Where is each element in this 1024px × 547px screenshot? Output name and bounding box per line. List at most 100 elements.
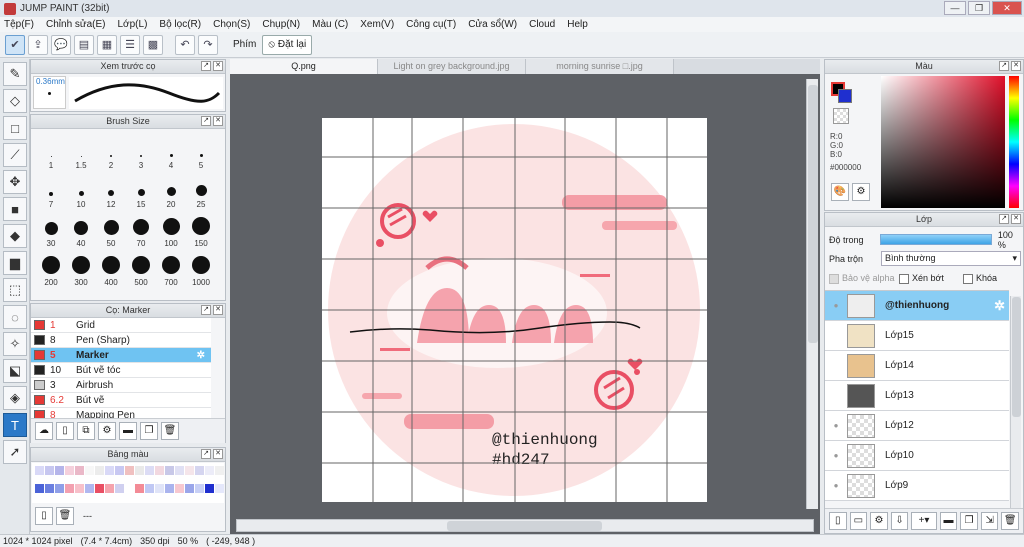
expand-icon[interactable]: ↗ [201, 305, 211, 315]
brush-size-option[interactable]: 300 [66, 248, 96, 287]
share-icon[interactable]: ⇪ [28, 34, 48, 55]
background-color[interactable] [838, 89, 852, 103]
line-tool-icon[interactable]: ⟋ [3, 143, 27, 167]
palette-swatch[interactable] [105, 483, 114, 493]
palette-swatch[interactable] [105, 466, 114, 475]
brush-size-option[interactable]: 3 [126, 131, 156, 170]
palette-swatch[interactable] [85, 483, 94, 493]
palette-swatch[interactable] [185, 483, 194, 493]
palette-swatch[interactable] [195, 466, 204, 475]
menu-layer[interactable]: Lớp(L) [118, 19, 148, 30]
message-icon[interactable]: ▤ [74, 34, 94, 55]
eye-icon[interactable]: ● [825, 481, 847, 490]
brush-list-item[interactable]: 1 Grid [31, 318, 211, 333]
text-tool-icon[interactable]: T [3, 413, 27, 437]
color-settings-icon[interactable]: ⚙ [852, 183, 870, 201]
trash-icon[interactable]: 🗑 [56, 507, 74, 525]
new-brush-icon[interactable]: ▯ [56, 422, 74, 440]
palette-swatch[interactable] [195, 483, 204, 493]
palette-swatch[interactable] [145, 466, 154, 475]
add-layer-dropdown[interactable]: +▾ [911, 512, 937, 530]
expand-icon[interactable]: ↗ [201, 116, 211, 126]
brush-size-option[interactable]: 20 [156, 170, 186, 209]
palette-swatch[interactable] [145, 483, 154, 493]
palette-swatch[interactable] [75, 483, 84, 493]
grid-icon[interactable]: ▩ [143, 34, 163, 55]
palette-swatch[interactable] [155, 466, 164, 475]
layer-row[interactable]: Lớp13 [825, 381, 1009, 411]
redo-icon[interactable]: ↷ [198, 34, 218, 55]
brush-list-item[interactable]: 3 Airbrush [31, 378, 211, 393]
list-icon[interactable]: ☰ [120, 34, 140, 55]
palette-swatch[interactable] [35, 483, 44, 493]
maximize-button[interactable]: ❐ [968, 1, 990, 15]
reset-button[interactable]: ⦸ Đặt lại [262, 34, 313, 55]
folder-icon[interactable]: ▬ [119, 422, 137, 440]
select-pen-icon[interactable]: ⬕ [3, 359, 27, 383]
palette-swatch[interactable] [125, 466, 134, 475]
close-icon[interactable]: ✕ [213, 116, 223, 126]
palette-swatch[interactable] [35, 466, 44, 475]
brush-size-option[interactable]: 70 [126, 209, 156, 248]
bucket-tool-icon[interactable]: ◆ [3, 224, 27, 248]
brush-list-item[interactable]: 6.2 Bút vẽ [31, 393, 211, 408]
layer-settings-icon[interactable]: ⚙ [870, 512, 888, 530]
lasso-icon[interactable]: ◌ [3, 305, 27, 329]
brush-size-option[interactable]: 12 [96, 170, 126, 209]
protect-alpha-option[interactable]: Bảo vệ alpha [829, 273, 899, 284]
brush-size-option[interactable]: 30 [36, 209, 66, 248]
layer-row[interactable]: ● Lớp12 [825, 411, 1009, 441]
palette-swatch[interactable] [125, 483, 134, 493]
menu-file[interactable]: Tệp(F) [4, 19, 34, 30]
lock-option[interactable]: Khóa [963, 273, 997, 284]
tab-q-png[interactable]: Q.png [230, 59, 378, 74]
tab-morning-sunrise[interactable]: morning sunrise □.jpg [526, 59, 674, 74]
brush-size-option[interactable]: 200 [36, 248, 66, 287]
brush-size-option[interactable]: 10 [66, 170, 96, 209]
brush-size-option[interactable]: 500 [126, 248, 156, 287]
check-icon[interactable]: ✔ [5, 34, 25, 55]
menu-color[interactable]: Màu (C) [312, 19, 348, 30]
eraser-tool-icon[interactable]: ◇ [3, 89, 27, 113]
gear-icon[interactable]: ✲ [994, 298, 1005, 314]
transparent-color[interactable] [833, 108, 849, 124]
palette-swatch[interactable] [185, 466, 194, 475]
minimize-button[interactable]: — [944, 1, 966, 15]
brush-list-item[interactable]: 8 Mapping Pen [31, 408, 211, 418]
menu-help[interactable]: Help [567, 19, 588, 30]
merge-icon[interactable]: ⇲ [980, 512, 999, 530]
palette-swatch[interactable] [65, 483, 74, 493]
select-rect-icon[interactable]: ⬚ [3, 278, 27, 302]
menu-edit[interactable]: Chỉnh sửa(E) [46, 19, 106, 30]
palette-swatch[interactable] [155, 483, 164, 493]
trash-icon[interactable]: 🗑 [1001, 512, 1019, 530]
clipping-option[interactable]: Xén bớt [899, 273, 963, 284]
menu-cloud[interactable]: Cloud [529, 19, 555, 30]
new-layer-icon[interactable]: ▯ [829, 512, 847, 530]
expand-icon[interactable]: ↗ [999, 61, 1009, 71]
palette-swatch[interactable] [205, 483, 214, 493]
new-layer-alt-icon[interactable]: ▭ [849, 512, 868, 530]
opacity-slider[interactable] [880, 234, 992, 245]
brush-size-option[interactable]: 4 [156, 131, 186, 170]
palette-swatch[interactable] [165, 483, 174, 493]
brush-tool-icon[interactable]: ✎ [3, 62, 27, 86]
close-icon[interactable]: ✕ [1011, 61, 1021, 71]
expand-icon[interactable]: ↗ [201, 61, 211, 71]
cloud-icon[interactable]: ☁ [35, 422, 53, 440]
palette-swatch[interactable] [115, 466, 124, 475]
rectangle-tool-icon[interactable]: □ [3, 116, 27, 140]
palette-swatch[interactable] [135, 483, 144, 493]
operation-tool-icon[interactable]: ➚ [3, 440, 27, 464]
tab-light-on-grey[interactable]: Light on grey background.jpg [378, 59, 526, 74]
brush-size-option[interactable]: 5 [186, 131, 216, 170]
palette-swatch[interactable] [55, 483, 64, 493]
eye-icon[interactable]: ● [825, 421, 847, 430]
close-icon[interactable]: ✕ [213, 305, 223, 315]
palette-swatch[interactable] [205, 466, 214, 475]
layer-row[interactable]: ● Lớp10 [825, 441, 1009, 471]
brush-list-item[interactable]: 8 Pen (Sharp) [31, 333, 211, 348]
brush-size-option[interactable]: 400 [96, 248, 126, 287]
palette-swatch[interactable] [215, 483, 224, 493]
menu-view[interactable]: Xem(V) [360, 19, 394, 30]
